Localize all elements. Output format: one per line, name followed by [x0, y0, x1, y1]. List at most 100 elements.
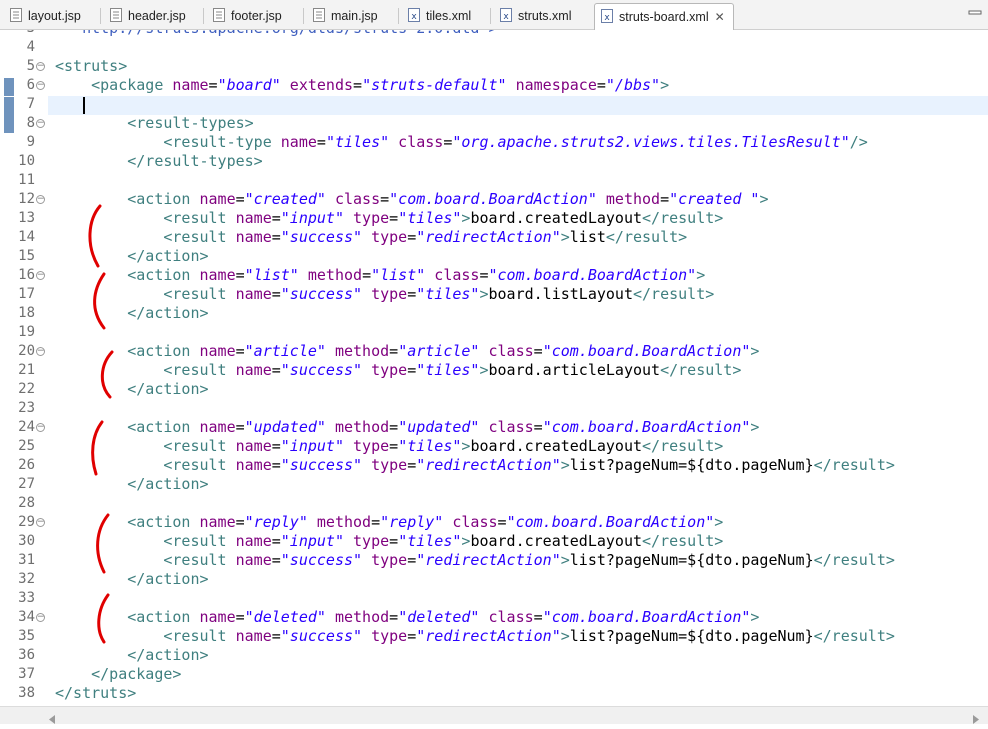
code-line[interactable]: 31 <result name="success" type="redirect… — [0, 551, 988, 570]
code-token: "created" — [244, 190, 326, 208]
code-editor[interactable]: 3 "http://struts.apache.org/dtds/struts-… — [0, 30, 988, 706]
code-token: name — [235, 361, 272, 379]
code-line[interactable]: 3 "http://struts.apache.org/dtds/struts-… — [0, 30, 988, 38]
code-token: board.listLayout — [488, 285, 634, 303]
code-line[interactable]: 33 — [0, 589, 988, 608]
code-text: </action> — [55, 304, 208, 323]
fold-toggle-icon[interactable]: − — [36, 119, 45, 128]
code-line[interactable]: 4 — [0, 38, 988, 57]
scroll-left-arrow-icon[interactable] — [48, 711, 56, 729]
code-token: "redirectAction" — [416, 627, 561, 645]
code-token: "deleted" — [398, 608, 480, 626]
code-line[interactable]: 22 </action> — [0, 380, 988, 399]
code-token: class — [389, 133, 444, 151]
code-line[interactable]: 24− <action name="updated" method="updat… — [0, 418, 988, 437]
code-token: "http://struts.apache.org/dtds/struts-2.… — [73, 30, 497, 37]
code-line[interactable]: 34− <action name="deleted" method="delet… — [0, 608, 988, 627]
fold-toggle-icon[interactable]: − — [36, 81, 45, 90]
code-token: </result> — [642, 209, 724, 227]
minimize-icon[interactable] — [968, 6, 982, 16]
code-token: board.createdLayout — [470, 532, 643, 550]
fold-toggle-icon[interactable]: − — [36, 518, 45, 527]
code-token: > — [560, 627, 570, 645]
code-line[interactable]: 6− <package name="board" extends="struts… — [0, 76, 988, 95]
code-line[interactable]: 26 <result name="success" type="redirect… — [0, 456, 988, 475]
code-token: name — [280, 133, 317, 151]
tab-layout-jsp[interactable]: layout.jsp — [4, 3, 81, 29]
code-text: <result name="success" type="redirectAct… — [55, 627, 895, 646]
fold-toggle-icon[interactable]: − — [36, 423, 45, 432]
tab-struts-board-xml[interactable]: x struts-board.xml ✕ — [594, 3, 734, 30]
code-token: </result> — [813, 551, 895, 569]
code-line[interactable]: 25 <result name="input" type="tiles">boa… — [0, 437, 988, 456]
code-token: = — [235, 342, 245, 360]
code-line[interactable]: 18 </action> — [0, 304, 988, 323]
code-token: name — [235, 437, 272, 455]
code-line[interactable]: 37 </package> — [0, 665, 988, 684]
close-icon[interactable]: ✕ — [715, 10, 725, 24]
code-token: "redirectAction" — [416, 456, 561, 474]
fold-toggle-icon[interactable]: − — [36, 62, 45, 71]
code-line[interactable]: 29− <action name="reply" method="reply" … — [0, 513, 988, 532]
code-line[interactable]: 13 <result name="input" type="tiles">boa… — [0, 209, 988, 228]
code-line[interactable]: 17 <result name="success" type="tiles">b… — [0, 285, 988, 304]
code-token: </struts> — [55, 684, 137, 702]
code-line[interactable]: 10 </result-types> — [0, 152, 988, 171]
code-line[interactable]: 28 — [0, 494, 988, 513]
code-line[interactable]: 9 <result-type name="tiles" class="org.a… — [0, 133, 988, 152]
fold-toggle-icon[interactable]: − — [36, 195, 45, 204]
code-token: type — [344, 437, 390, 455]
code-line[interactable]: 19 — [0, 323, 988, 342]
code-line[interactable]: 30 <result name="input" type="tiles">boa… — [0, 532, 988, 551]
tab-main-jsp[interactable]: main.jsp — [307, 3, 378, 29]
tab-header-jsp[interactable]: header.jsp — [104, 3, 186, 29]
code-token: </result> — [813, 456, 895, 474]
code-token: "com.board.BoardAction" — [389, 190, 597, 208]
code-token: = — [271, 361, 281, 379]
code-token: > — [714, 513, 724, 531]
tab-struts-xml[interactable]: x struts.xml — [494, 3, 571, 29]
code-line[interactable]: 21 <result name="success" type="tiles">b… — [0, 361, 988, 380]
fold-toggle-icon[interactable]: − — [36, 347, 45, 356]
tab-tiles-xml[interactable]: x tiles.xml — [402, 3, 471, 29]
code-token: > — [479, 285, 489, 303]
code-line[interactable]: 38 </struts> — [0, 684, 988, 703]
scroll-right-arrow-icon[interactable] — [972, 711, 980, 729]
code-line[interactable]: 23 — [0, 399, 988, 418]
code-token: </action> — [127, 247, 209, 265]
code-line[interactable]: 12− <action name="created" class="com.bo… — [0, 190, 988, 209]
code-text: </result-types> — [55, 152, 262, 171]
code-line[interactable]: 35 <result name="success" type="redirect… — [0, 627, 988, 646]
code-line[interactable]: 7 — [0, 95, 988, 114]
fold-toggle-icon[interactable]: − — [36, 271, 45, 280]
code-token: board.createdLayout — [470, 209, 643, 227]
code-line[interactable]: 20− <action name="article" method="artic… — [0, 342, 988, 361]
tab-label: header.jsp — [128, 9, 186, 23]
line-number: 28 — [18, 495, 35, 511]
line-number: 21 — [18, 362, 35, 378]
horizontal-scrollbar[interactable] — [0, 706, 988, 724]
code-line[interactable]: 16− <action name="list" method="list" cl… — [0, 266, 988, 285]
fold-toggle-icon[interactable]: − — [36, 613, 45, 622]
code-line[interactable]: 5− <struts> — [0, 57, 988, 76]
code-line[interactable]: 36 </action> — [0, 646, 988, 665]
code-line[interactable]: 11 — [0, 171, 988, 190]
code-token: "redirectAction" — [416, 551, 561, 569]
code-line[interactable]: 27 </action> — [0, 475, 988, 494]
code-token: <action — [127, 266, 200, 284]
tab-footer-jsp[interactable]: footer.jsp — [207, 3, 282, 29]
code-line[interactable]: 32 </action> — [0, 570, 988, 589]
code-line[interactable]: 14 <result name="success" type="redirect… — [0, 228, 988, 247]
code-text: <result name="input" type="tiles">board.… — [55, 209, 723, 228]
code-token: name — [172, 76, 209, 94]
code-line[interactable]: 15 </action> — [0, 247, 988, 266]
code-token: = — [533, 418, 543, 436]
code-text: <result name="input" type="tiles">board.… — [55, 437, 723, 456]
code-line[interactable]: 8− <result-types> — [0, 114, 988, 133]
code-token: <result — [163, 532, 236, 550]
